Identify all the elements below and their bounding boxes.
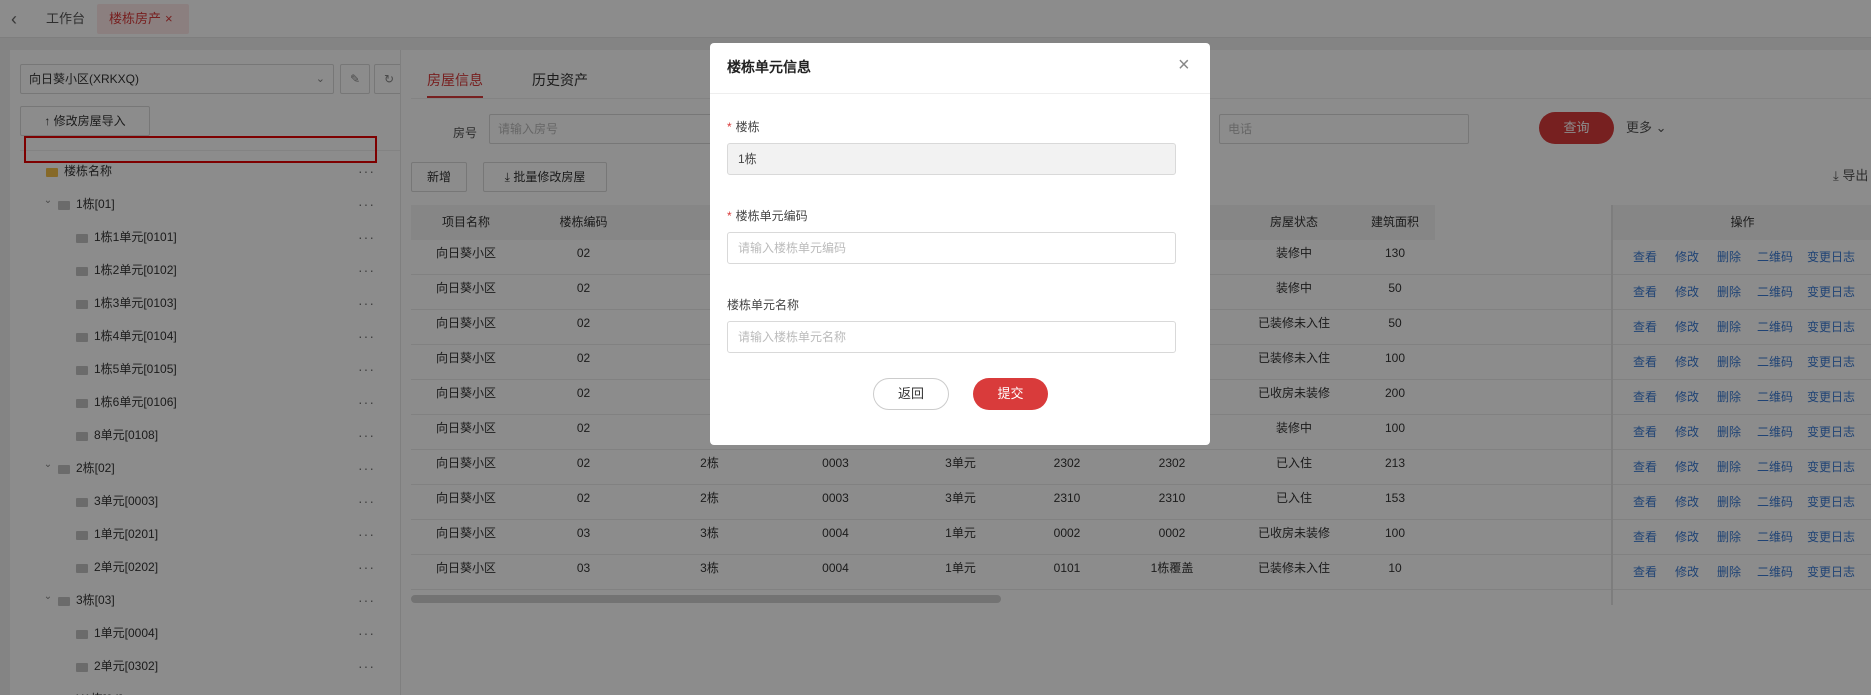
unit-name-field-label: 楼栋单元名称 — [727, 298, 800, 312]
building-label-text: 楼栋 — [735, 120, 760, 134]
building-field-label: * 楼栋 — [727, 119, 760, 135]
unit-code-input[interactable]: 请输入楼栋单元编码 — [727, 232, 1176, 264]
unit-name-input[interactable]: 请输入楼栋单元名称 — [727, 321, 1176, 353]
dialog-title: 楼栋单元信息 — [727, 59, 811, 75]
building-field: 1栋 — [727, 143, 1176, 175]
unit-code-label-text: 楼栋单元编码 — [735, 209, 808, 223]
building-unit-dialog: 楼栋单元信息 × * 楼栋 1栋 * 楼栋单元编码 请输入楼栋单元编码 楼栋单元名称… — [710, 43, 1210, 445]
close-icon[interactable]: × — [1178, 53, 1190, 77]
back-button[interactable]: 返回 — [873, 378, 949, 410]
unit-code-field-label: * 楼栋单元编码 — [727, 208, 808, 224]
required-mark: * — [727, 209, 732, 223]
required-mark: * — [727, 120, 732, 134]
dialog-header-divider — [710, 93, 1210, 94]
submit-button[interactable]: 提交 — [973, 378, 1048, 410]
